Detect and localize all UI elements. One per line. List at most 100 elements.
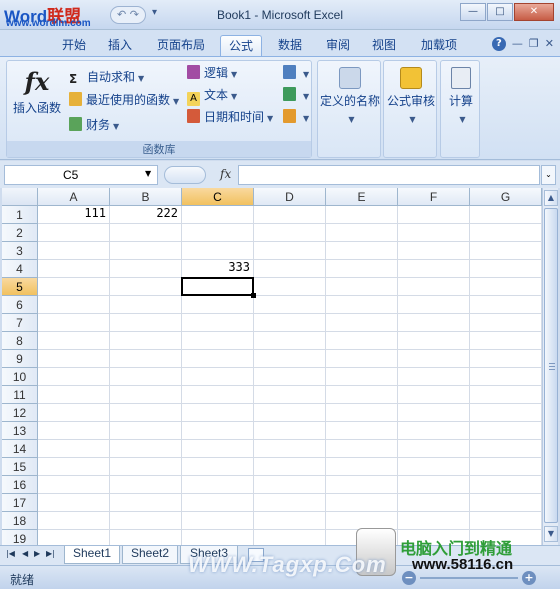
row-header-16[interactable]: 16 <box>2 476 38 494</box>
lookup-button[interactable]: ▼ <box>283 63 309 83</box>
gridline <box>38 349 542 350</box>
math-button[interactable]: ▼ <box>283 85 309 105</box>
text-button[interactable]: A 文本 ▼ <box>187 85 238 106</box>
select-all-corner[interactable] <box>2 188 38 206</box>
formula-input[interactable] <box>238 165 540 185</box>
formula-auditing-button[interactable]: 公式审核 ▼ <box>384 67 438 124</box>
insert-function-button[interactable]: fx 插入函数 <box>11 67 63 116</box>
autosum-label: 自动求和 <box>87 70 136 84</box>
chevron-down-icon: ▼ <box>303 114 310 123</box>
autosum-button[interactable]: Σ 自动求和 ▼ <box>69 67 144 87</box>
ribbon-close-icon[interactable]: ✕ <box>545 37 554 51</box>
help-icon[interactable]: ? <box>491 37 506 51</box>
watermark-bottom-right-url: www.58116.cn <box>412 556 514 573</box>
formula-bar-resize-handle[interactable] <box>164 166 206 184</box>
column-header-e[interactable]: E <box>326 188 398 206</box>
cell-c4[interactable]: 333 <box>182 260 254 278</box>
row-header-17[interactable]: 17 <box>2 494 38 512</box>
column-header-b[interactable]: B <box>110 188 182 206</box>
datetime-button[interactable]: 日期和时间 ▼ <box>187 107 273 127</box>
fill-handle[interactable] <box>251 293 256 298</box>
sheet-tab-sheet2[interactable]: Sheet2 <box>122 546 178 564</box>
gridline <box>253 206 254 545</box>
row-header-15[interactable]: 15 <box>2 458 38 476</box>
sheet-tab-sheet1[interactable]: Sheet1 <box>64 546 120 564</box>
financial-button[interactable]: 财务 ▼ <box>69 115 119 135</box>
calculation-button[interactable]: 计算 ▼ <box>441 67 481 124</box>
zoom-out-icon[interactable]: − <box>402 571 416 585</box>
row-header-9[interactable]: 9 <box>2 350 38 368</box>
close-button[interactable]: ✕ <box>514 3 554 21</box>
tab-data[interactable]: 数据 <box>272 35 308 56</box>
ribbon-minimize-icon[interactable]: — <box>512 37 523 51</box>
column-header-a[interactable]: A <box>38 188 110 206</box>
group-calculation[interactable]: 计算 ▼ <box>440 60 480 158</box>
gridline <box>38 241 542 242</box>
row-header-8[interactable]: 8 <box>2 332 38 350</box>
prev-sheet-icon[interactable]: ◀ <box>22 549 28 558</box>
cell-b1[interactable]: 222 <box>110 206 182 224</box>
row-header-1[interactable]: 1 <box>2 206 38 224</box>
chevron-down-icon: ▼ <box>303 92 310 101</box>
first-sheet-icon[interactable]: |◀ <box>6 549 15 558</box>
minimize-button[interactable]: — <box>460 3 486 21</box>
group-defined-names[interactable]: 定义的名称 ▼ <box>317 60 381 158</box>
row-header-5[interactable]: 5 <box>2 278 38 296</box>
more-functions-button[interactable]: ▼ <box>283 107 309 127</box>
defined-names-label: 定义的名称 <box>319 94 380 108</box>
row-header-7[interactable]: 7 <box>2 314 38 332</box>
column-header-g[interactable]: G <box>470 188 542 206</box>
row-header-19[interactable]: 19 <box>2 530 38 545</box>
row-header-10[interactable]: 10 <box>2 368 38 386</box>
cell-a1[interactable]: 111 <box>38 206 110 224</box>
group-formula-auditing[interactable]: 公式审核 ▼ <box>383 60 437 158</box>
tab-formulas[interactable]: 公式 <box>220 35 262 56</box>
active-cell-selection[interactable] <box>181 277 254 296</box>
formula-bar-expand-icon[interactable]: ⌄ <box>541 165 556 185</box>
ribbon-restore-icon[interactable]: ❐ <box>529 37 539 51</box>
name-box-dropdown-icon[interactable]: ▼ <box>145 169 151 178</box>
scroll-down-icon[interactable]: ▼ <box>544 526 558 542</box>
row-header-4[interactable]: 4 <box>2 260 38 278</box>
defined-names-button[interactable]: 定义的名称 ▼ <box>318 67 382 124</box>
tab-page-layout[interactable]: 页面布局 <box>150 35 212 56</box>
row-header-11[interactable]: 11 <box>2 386 38 404</box>
recent-functions-button[interactable]: 最近使用的函数 ▼ <box>69 90 179 110</box>
row-header-3[interactable]: 3 <box>2 242 38 260</box>
watermark-bottom-left: WWW.Tagxp.Com <box>188 552 387 577</box>
name-box[interactable]: C5 <box>4 165 158 185</box>
gridline <box>38 403 542 404</box>
grip-line <box>549 369 555 370</box>
tab-home[interactable]: 开始 <box>56 35 92 56</box>
gridline <box>38 439 542 440</box>
column-header-f[interactable]: F <box>398 188 470 206</box>
column-header-d[interactable]: D <box>254 188 326 206</box>
zoom-slider[interactable] <box>420 577 518 579</box>
row-header-18[interactable]: 18 <box>2 512 38 530</box>
row-header-14[interactable]: 14 <box>2 440 38 458</box>
tab-review[interactable]: 审阅 <box>320 35 356 56</box>
last-sheet-icon[interactable]: ▶| <box>46 549 55 558</box>
tab-addins[interactable]: 加载项 <box>414 35 464 56</box>
next-sheet-icon[interactable]: ▶ <box>34 549 40 558</box>
worksheet-grid[interactable]: A B C D E F G 1 2 3 4 5 6 7 8 9 10 11 12 13 14 15 16 17 18 19 111 2… <box>2 188 542 545</box>
row-header-2[interactable]: 2 <box>2 224 38 242</box>
status-text: 就绪 <box>10 573 35 587</box>
zoom-in-icon[interactable]: + <box>522 571 536 585</box>
logical-button[interactable]: 逻辑 ▼ <box>187 63 237 83</box>
insert-function-fx-button[interactable]: fx <box>220 167 231 181</box>
row-header-6[interactable]: 6 <box>2 296 38 314</box>
row-header-13[interactable]: 13 <box>2 422 38 440</box>
tab-view[interactable]: 视图 <box>366 35 402 56</box>
tab-insert[interactable]: 插入 <box>102 35 138 56</box>
scroll-thumb[interactable] <box>544 208 558 523</box>
column-header-c[interactable]: C <box>182 188 254 206</box>
recent-label: 最近使用的函数 <box>86 93 171 107</box>
maximize-button[interactable]: □ <box>487 3 513 21</box>
chevron-down-icon: ▼ <box>231 92 238 101</box>
gridline <box>38 295 542 296</box>
row-header-12[interactable]: 12 <box>2 404 38 422</box>
vertical-scrollbar[interactable]: ▲ ▼ <box>542 188 558 545</box>
chevron-down-icon: ▼ <box>267 114 274 123</box>
scroll-up-icon[interactable]: ▲ <box>544 190 558 206</box>
